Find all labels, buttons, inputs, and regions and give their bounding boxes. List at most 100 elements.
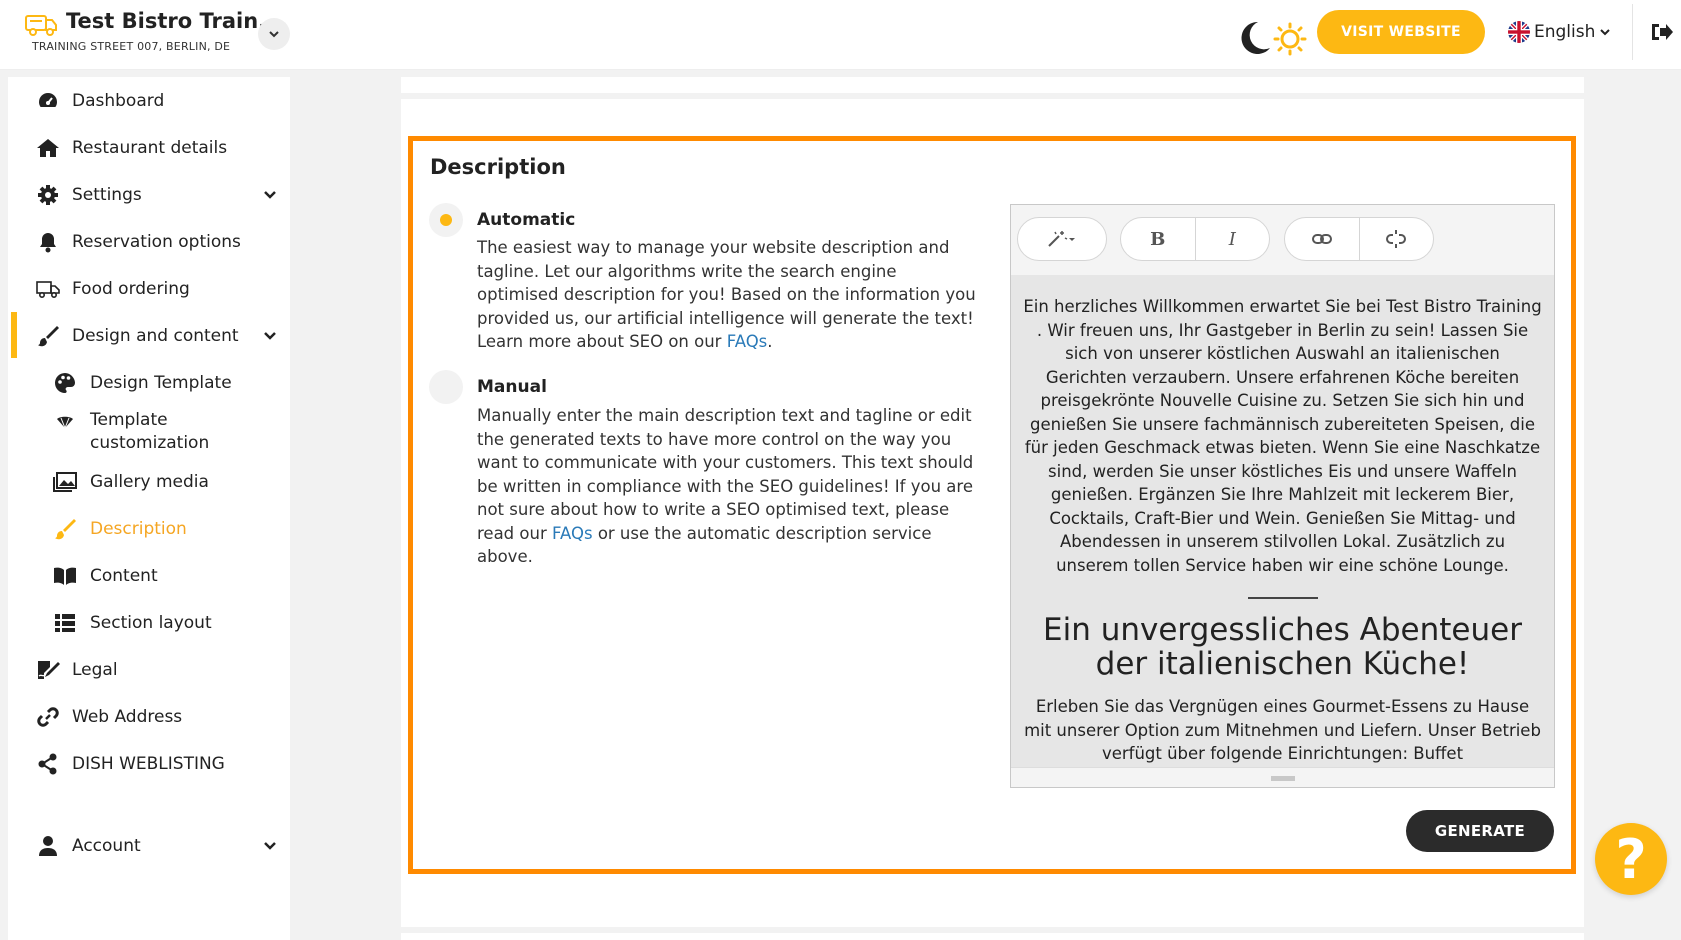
magic-wand-button[interactable] <box>1018 218 1106 260</box>
topbar-divider <box>1632 4 1633 60</box>
faqs-link[interactable]: FAQs <box>727 332 768 351</box>
sidebar-item-label: DISH WEBLISTING <box>72 754 225 774</box>
generate-button[interactable]: GENERATE <box>1406 810 1554 852</box>
sidebar-item-gallery-media[interactable]: Gallery media <box>8 462 290 502</box>
user-icon <box>36 834 60 858</box>
automatic-radio[interactable] <box>429 203 463 237</box>
manual-option-title: Manual <box>477 377 547 397</box>
magic-wand-icon <box>1048 231 1075 247</box>
gear-icon <box>36 183 60 207</box>
share-icon <box>36 752 60 776</box>
sidebar-item-dashboard[interactable]: Dashboard <box>8 81 290 121</box>
sidebar-item-label: Design Template <box>90 373 232 393</box>
automatic-option-title: Automatic <box>477 210 576 230</box>
sidebar-item-label: Reservation options <box>72 232 241 252</box>
home-icon <box>36 136 60 160</box>
brush-icon <box>36 324 60 348</box>
language-label: English <box>1534 22 1596 42</box>
help-button[interactable]: ? <box>1595 823 1667 895</box>
sidebar-item-account[interactable]: Account <box>8 826 290 866</box>
sidebar-item-label: Section layout <box>90 613 212 633</box>
radio-selected-dot <box>440 214 452 226</box>
sidebar-item-design-and-content[interactable]: Design and content <box>8 316 290 356</box>
chevron-down-icon <box>269 31 279 38</box>
chevron-down-icon <box>264 191 276 199</box>
automatic-suffix: . <box>767 332 773 351</box>
description-editor: B I Ein herzliches Willkommen erwartet S… <box>1010 204 1555 788</box>
format-group: B I <box>1120 217 1270 261</box>
sidebar-item-reservation-options[interactable]: Reservation options <box>8 222 290 262</box>
book-icon <box>53 564 77 588</box>
insert-link-button[interactable] <box>1285 218 1359 260</box>
unlink-button[interactable] <box>1360 218 1434 260</box>
logout-icon[interactable] <box>1648 20 1674 44</box>
visit-website-button[interactable]: VISIT WEBSITE <box>1317 10 1485 54</box>
palette-icon <box>53 371 77 395</box>
sidebar-item-label: Description <box>90 519 187 539</box>
resize-handle[interactable] <box>1271 776 1295 781</box>
previous-panel <box>401 77 1584 93</box>
dashboard-icon <box>36 89 60 113</box>
link-icon <box>36 705 60 729</box>
section-title: Description <box>430 155 566 179</box>
sidebar-item-label: Web Address <box>72 707 183 727</box>
sidebar-item-label: Content <box>90 566 158 586</box>
bell-icon <box>36 230 60 254</box>
restaurant-address: TRAINING STREET 007, BERLIN, DE <box>32 40 231 53</box>
sidebar-item-design-template[interactable]: Design Template <box>8 363 290 403</box>
sidebar-item-label-line2: customization <box>90 433 210 453</box>
restaurant-selector[interactable]: Test Bistro Train... TRAINING STREET 007… <box>24 8 282 53</box>
link-group <box>1284 217 1434 261</box>
food-truck-icon <box>25 15 57 36</box>
manual-option-text: Manually enter the main description text… <box>477 404 977 569</box>
sidebar-item-restaurant-details[interactable]: Restaurant details <box>8 128 290 168</box>
sidebar-item-label: Legal <box>72 660 118 680</box>
manual-description: Manually enter the main description text… <box>477 406 974 543</box>
editor-content[interactable]: Ein herzliches Willkommen erwartet Sie b… <box>1011 275 1554 767</box>
sidebar-item-section-layout[interactable]: Section layout <box>8 603 290 643</box>
food-ordering-icon <box>36 277 60 301</box>
sidebar-item-web-address[interactable]: Web Address <box>8 697 290 737</box>
language-selector[interactable]: English <box>1508 19 1611 45</box>
sidebar-item-label: Gallery media <box>90 472 209 492</box>
theme-toggle[interactable] <box>1236 18 1308 58</box>
sidebar-item-legal[interactable]: Legal <box>8 650 290 690</box>
top-bar: Test Bistro Train... TRAINING STREET 007… <box>0 0 1681 70</box>
sidebar-item-food-ordering[interactable]: Food ordering <box>8 269 290 309</box>
link-icon <box>1311 234 1332 244</box>
chevron-down-icon <box>264 842 276 850</box>
gallery-icon <box>53 470 77 494</box>
brush-icon <box>53 517 77 541</box>
sidebar-item-dish-weblisting[interactable]: DISH WEBLISTING <box>8 744 290 784</box>
magic-group <box>1017 217 1107 261</box>
editor-divider <box>1247 597 1318 599</box>
sidebar-item-template-customization[interactable]: Template customization <box>8 400 290 470</box>
chevron-down-icon <box>264 332 276 340</box>
restaurant-dropdown-button[interactable] <box>258 18 290 50</box>
sidebar-item-label: Template <box>90 410 168 430</box>
sidebar-item-description[interactable]: Description <box>8 509 290 549</box>
restaurant-name: Test Bistro Train... <box>66 9 283 33</box>
sidebar-item-content[interactable]: Content <box>8 556 290 596</box>
list-icon <box>53 611 77 635</box>
signature-icon <box>36 658 60 682</box>
bold-button[interactable]: B <box>1121 218 1195 260</box>
chevron-down-icon <box>1600 29 1611 36</box>
faqs-link[interactable]: FAQs <box>552 524 593 543</box>
sidebar: Dashboard Restaurant details Settings Re… <box>8 77 290 940</box>
sidebar-item-settings[interactable]: Settings <box>8 175 290 215</box>
editor-footer <box>1011 767 1554 787</box>
manual-radio[interactable] <box>429 370 463 404</box>
moon-icon <box>1241 21 1270 54</box>
sidebar-item-label: Restaurant details <box>72 138 228 158</box>
unlink-icon <box>1386 230 1407 248</box>
uk-flag-icon <box>1508 21 1530 43</box>
next-panel <box>401 933 1584 940</box>
sidebar-item-label: Food ordering <box>72 279 190 299</box>
sidebar-item-label: Dashboard <box>72 91 165 111</box>
sidebar-item-label: Design and content <box>72 326 239 346</box>
sidebar-item-label: Settings <box>72 185 142 205</box>
editor-paragraph: Ein herzliches Willkommen erwartet Sie b… <box>1023 297 1542 575</box>
italic-button[interactable]: I <box>1196 218 1270 260</box>
fan-icon <box>53 410 77 434</box>
